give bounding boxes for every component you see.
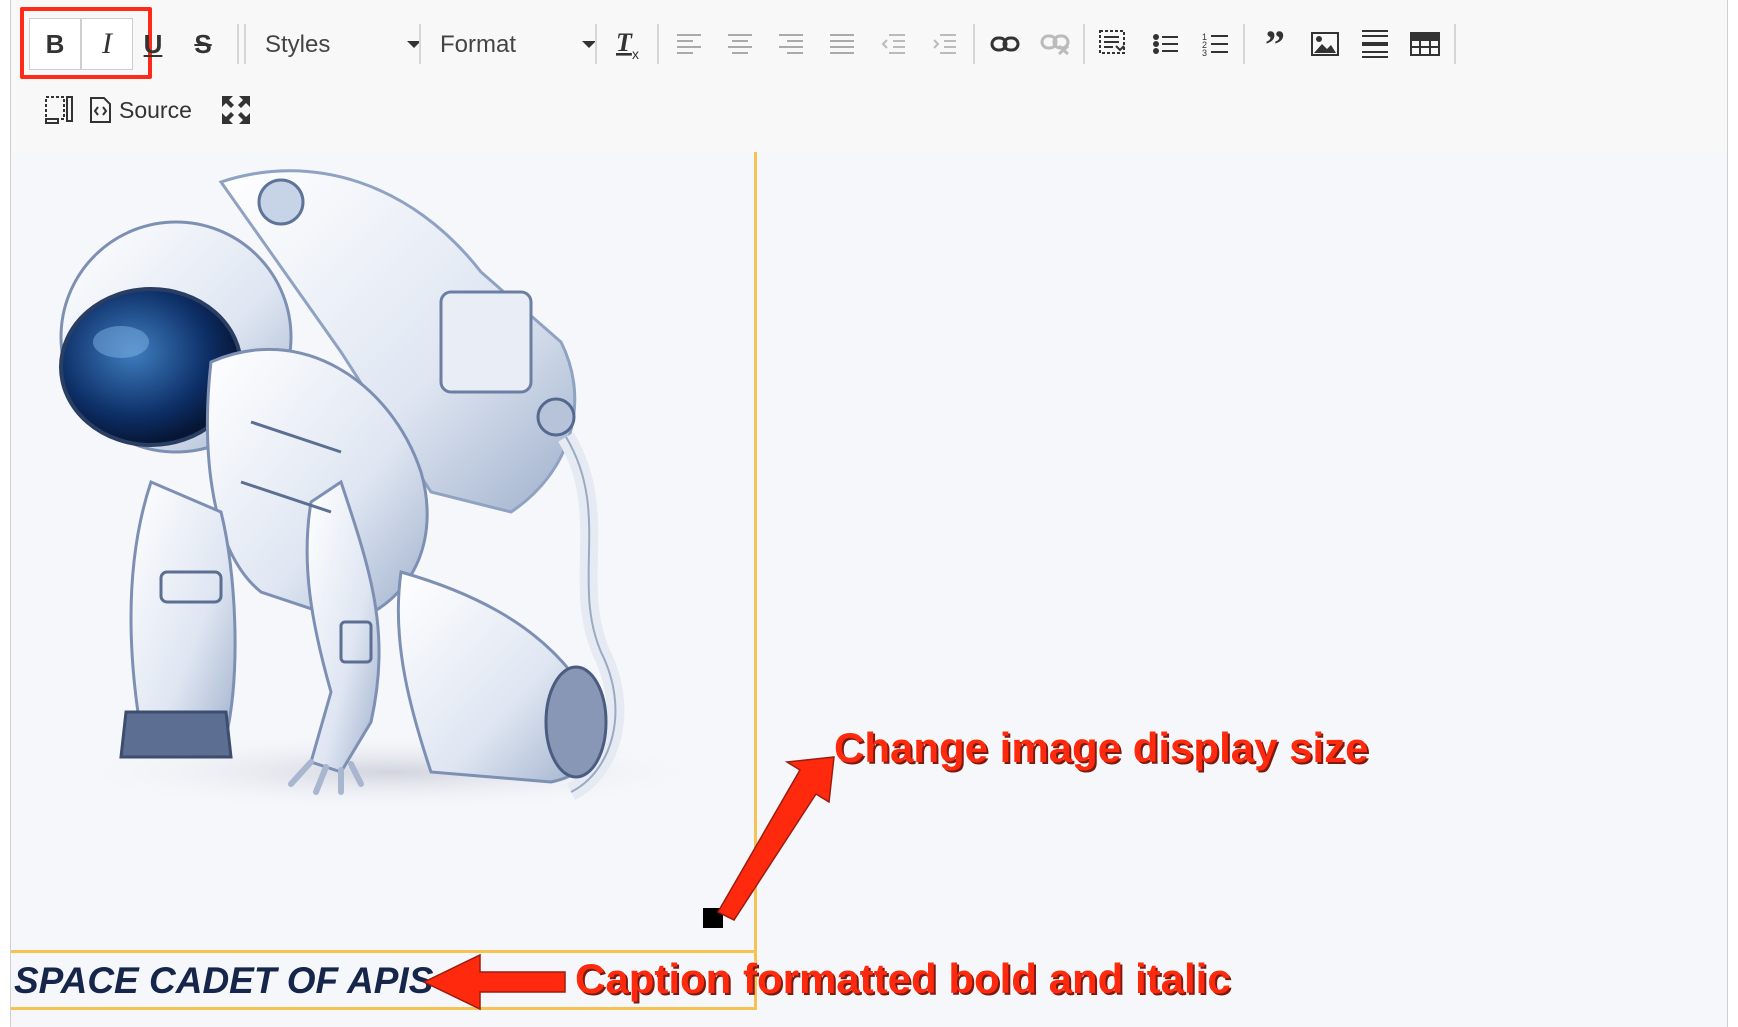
table-icon	[1410, 32, 1440, 56]
styles-dropdown[interactable]: Styles	[265, 24, 421, 66]
source-label: Source	[119, 96, 192, 123]
align-right-icon	[779, 34, 803, 54]
resize-handle[interactable]	[703, 908, 723, 928]
italic-icon: I	[102, 27, 112, 60]
italic-button[interactable]: I	[85, 22, 129, 66]
rich-text-editor: B I U S Styles Format T x 1 2 3 ” Source…	[10, 0, 1728, 1027]
astronaut-image[interactable]	[11, 152, 754, 947]
caption-text: SPACE CADET OF APIS	[14, 960, 434, 1001]
underline-button[interactable]: U	[131, 22, 175, 66]
show-blocks-icon	[45, 96, 73, 124]
caption-annotation: Caption formatted bold and italic	[575, 955, 1231, 1002]
justify-icon	[830, 34, 854, 54]
maximize-button[interactable]	[214, 88, 258, 132]
toolbar-separator	[657, 24, 659, 64]
strikethrough-button[interactable]: S	[181, 22, 225, 66]
bulleted-list-icon	[1153, 34, 1178, 54]
styles-label: Styles	[265, 31, 331, 58]
chevron-down-icon	[582, 41, 596, 48]
maximize-icon	[222, 96, 250, 124]
link-button[interactable]	[983, 22, 1027, 66]
horizontal-rule-button[interactable]	[1353, 22, 1397, 66]
image-icon	[1311, 32, 1339, 56]
toolbar-separator	[1454, 24, 1456, 64]
align-right-button[interactable]	[769, 22, 813, 66]
svg-text:T: T	[616, 28, 633, 57]
indent-button[interactable]	[922, 22, 966, 66]
image-figure[interactable]: SPACE CADET OF APIS	[11, 152, 757, 1010]
indent-icon	[933, 34, 956, 54]
toolbar-separator	[244, 24, 246, 64]
remove-format-button[interactable]: T x	[607, 22, 651, 66]
svg-text:3: 3	[1202, 48, 1207, 58]
outdent-button[interactable]	[871, 22, 915, 66]
svg-text:x: x	[632, 46, 639, 62]
unlink-icon	[1040, 34, 1070, 56]
toolbar-separator	[237, 24, 239, 64]
toolbar-separator	[1083, 24, 1085, 64]
blockquote-button[interactable]: ”	[1253, 21, 1297, 67]
align-left-button[interactable]	[667, 22, 711, 66]
image-button[interactable]	[1303, 22, 1347, 66]
numbered-list-icon: 123	[1202, 32, 1228, 58]
align-center-button[interactable]	[718, 22, 762, 66]
format-dropdown[interactable]: Format	[440, 24, 596, 66]
remove-format-icon: T x	[616, 28, 639, 62]
bold-button[interactable]: B	[33, 22, 77, 66]
bulleted-list-button[interactable]	[1143, 22, 1187, 66]
align-center-icon	[728, 34, 752, 54]
editor-toolbar: B I U S Styles Format T x 1 2 3 ” Source	[11, 0, 1727, 153]
bold-icon: B	[45, 28, 65, 59]
anchor-icon	[1099, 30, 1125, 54]
toolbar-separator	[419, 24, 421, 64]
toolbar-separator	[973, 24, 975, 64]
editor-content[interactable]: SPACE CADET OF APIS	[11, 152, 1727, 1027]
align-left-icon	[677, 34, 701, 54]
outdent-icon	[881, 34, 905, 54]
toolbar-separator	[1243, 24, 1245, 64]
unlink-button[interactable]	[1033, 22, 1077, 66]
numbered-list-button[interactable]: 123	[1193, 22, 1237, 66]
link-icon	[990, 36, 1020, 52]
strikethrough-icon: S	[194, 28, 212, 59]
anchor-button[interactable]	[1091, 22, 1135, 66]
resize-annotation: Change image display size	[834, 724, 1369, 771]
show-blocks-button[interactable]	[37, 88, 81, 132]
horizontal-rule-icon	[1362, 30, 1388, 58]
format-label: Format	[440, 31, 517, 58]
blockquote-icon: ”	[1265, 21, 1285, 67]
table-button[interactable]	[1403, 22, 1447, 66]
justify-button[interactable]	[820, 22, 864, 66]
toolbar-separator	[595, 24, 597, 64]
underline-icon: U	[143, 28, 163, 59]
astronaut-illustration	[59, 169, 721, 812]
source-icon	[90, 97, 111, 123]
source-button[interactable]: Source	[89, 88, 192, 132]
